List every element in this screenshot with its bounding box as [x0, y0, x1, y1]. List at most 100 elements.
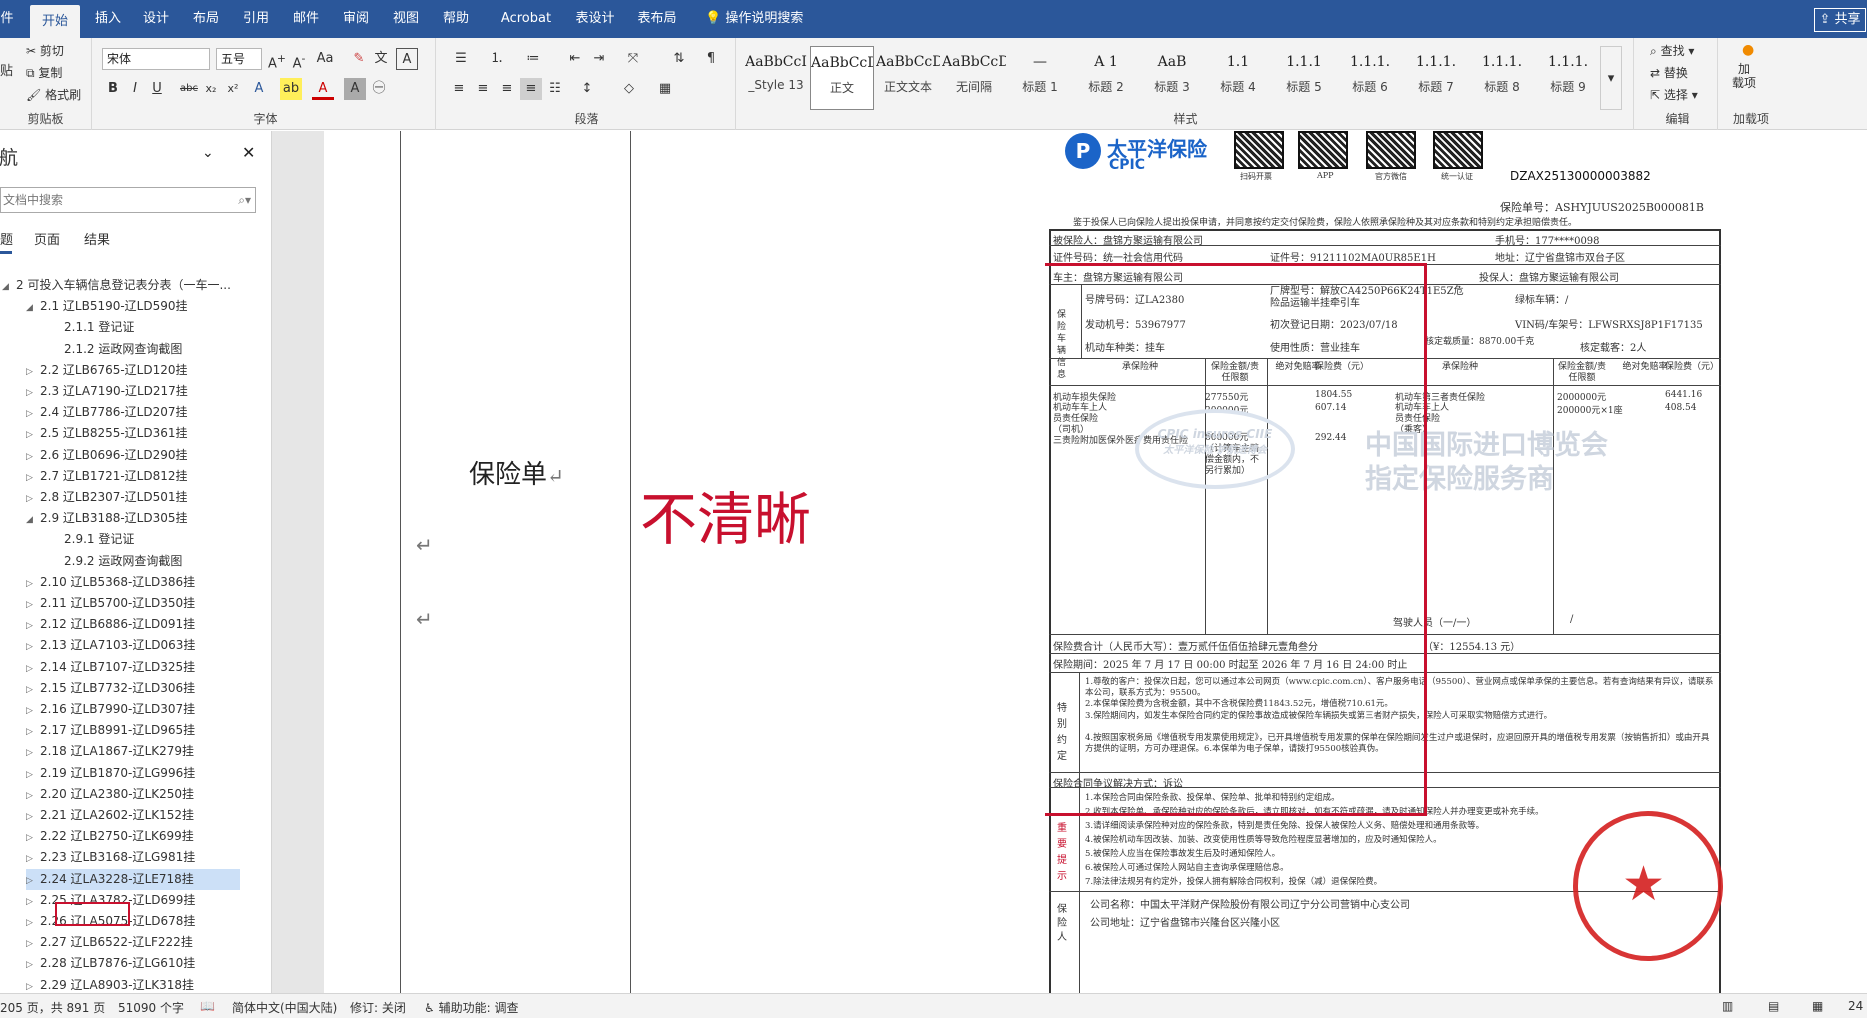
load-addins-button[interactable]: 加 载项 — [1732, 62, 1756, 90]
style-item[interactable]: A 1 标题 2 — [1074, 46, 1138, 110]
search-icon[interactable]: ⌕▾ — [238, 188, 251, 212]
borders-icon[interactable]: ▦ — [654, 78, 676, 100]
paste-button[interactable]: 贴 — [0, 60, 13, 79]
nav-heading-item[interactable]: ▷ 2.11 辽LB5700-辽LD350挂 — [26, 593, 195, 614]
bold-icon[interactable]: B — [102, 78, 124, 100]
expand-arrow-icon[interactable]: ▷ — [26, 828, 40, 849]
nav-heading-item[interactable]: ▷ 2.5 辽LB8255-辽LD361挂 — [26, 423, 188, 444]
expand-arrow-icon[interactable]: ▷ — [26, 574, 40, 595]
accessibility[interactable]: ♿ 辅助功能: 调查 — [424, 999, 518, 1016]
find-button[interactable]: ⌕ 查找 ▾ — [1650, 42, 1694, 59]
strikethrough-icon[interactable]: abc — [178, 78, 200, 100]
nav-heading-item[interactable]: ▷ 2.12 辽LB6886-辽LD091挂 — [26, 614, 195, 635]
nav-heading-item[interactable]: 2.9.1 登记证 — [50, 529, 134, 550]
expand-arrow-icon[interactable]: ▷ — [26, 871, 40, 892]
nav-heading-item[interactable]: ◢ 2 可投入车辆信息登记表分表（一车一... — [2, 275, 231, 296]
style-item[interactable]: AaBbCcI _Style 13 — [744, 46, 808, 110]
expand-arrow-icon[interactable]: ▷ — [26, 955, 40, 976]
nav-heading-item[interactable]: ▷ 2.20 辽LA2380-辽LK250挂 — [26, 784, 194, 805]
nav-heading-item[interactable]: ▷ 2.23 辽LB3168-辽LG981挂 — [26, 847, 195, 868]
nav-heading-item[interactable]: ▷ 2.7 辽LB1721-辽LD812挂 — [26, 466, 188, 487]
nav-heading-item[interactable]: ▷ 2.16 辽LB7990-辽LD307挂 — [26, 699, 195, 720]
style-item[interactable]: AaB 标题 3 — [1140, 46, 1204, 110]
font-color-icon[interactable]: A — [312, 78, 334, 100]
tab-mailings[interactable]: 邮件 — [286, 0, 326, 38]
text-effects-icon[interactable]: A — [248, 78, 270, 100]
nav-tab-results[interactable]: 结果 — [84, 229, 110, 248]
print-layout-icon[interactable]: ▤ — [1768, 999, 1779, 1013]
format-painter-button[interactable]: 🖌 格式刷 — [26, 86, 81, 103]
nav-heading-item[interactable]: 2.1.1 登记证 — [50, 317, 134, 338]
style-item[interactable]: 1.1.1 标题 5 — [1272, 46, 1336, 110]
expand-arrow-icon[interactable]: ▷ — [26, 934, 40, 955]
expand-arrow-icon[interactable]: ▷ — [26, 595, 40, 616]
font-name-select[interactable]: 宋体 — [102, 48, 210, 70]
replace-button[interactable]: ⇄ 替换 — [1650, 64, 1688, 81]
align-right-icon[interactable]: ≡ — [496, 78, 518, 100]
tab-home[interactable]: 开始 — [30, 5, 80, 38]
page-count[interactable]: 205 页，共 891 页 — [0, 999, 105, 1016]
nav-heading-item[interactable]: ▷ 2.19 辽LB1870-辽LG996挂 — [26, 763, 195, 784]
expand-arrow-icon[interactable]: ▷ — [26, 680, 40, 701]
tab-design[interactable]: 设计 — [136, 0, 176, 38]
font-size-select[interactable]: 五号 — [216, 48, 262, 70]
shading-icon[interactable]: ◇ — [618, 78, 640, 100]
style-item[interactable]: 1.1.1. 标题 8 — [1470, 46, 1534, 110]
nav-heading-item[interactable]: ▷ 2.3 辽LA7190-辽LD217挂 — [26, 381, 188, 402]
copy-button[interactable]: ⧉ 复制 — [26, 64, 62, 81]
nav-heading-item[interactable]: ▷ 2.29 辽LA8903-辽LK318挂 — [26, 975, 194, 993]
highlight-icon[interactable]: ab — [280, 78, 302, 100]
web-layout-icon[interactable]: ▦ — [1812, 999, 1823, 1013]
language[interactable]: 简体中文(中国大陆) — [232, 999, 337, 1016]
tab-table-design[interactable]: 表设计 — [570, 0, 620, 38]
italic-icon[interactable]: I — [124, 78, 146, 100]
nav-search-input[interactable]: 文档中搜索 ⌕▾ — [0, 187, 256, 213]
proofing-icon[interactable]: 📖 — [200, 999, 215, 1013]
phonetic-guide-icon[interactable]: 文 — [370, 48, 392, 70]
nav-heading-item[interactable]: ▷ 2.18 辽LA1867-辽LK279挂 — [26, 741, 194, 762]
expand-arrow-icon[interactable]: ▷ — [26, 637, 40, 658]
increase-indent-icon[interactable]: ⇥ — [588, 48, 610, 70]
styles-more-icon[interactable]: ▾ — [1600, 46, 1622, 110]
char-border-icon[interactable]: A — [396, 48, 418, 70]
show-marks-icon[interactable]: ¶ — [700, 48, 722, 70]
style-item[interactable]: 1.1 标题 4 — [1206, 46, 1270, 110]
decrease-indent-icon[interactable]: ⇤ — [564, 48, 586, 70]
style-item[interactable]: — 标题 1 — [1008, 46, 1072, 110]
nav-heading-item[interactable]: ▷ 2.8 辽LB2307-辽LD501挂 — [26, 487, 188, 508]
expand-arrow-icon[interactable]: ▷ — [26, 659, 40, 680]
nav-heading-item[interactable]: ▷ 2.14 辽LB7107-辽LD325挂 — [26, 657, 195, 678]
nav-heading-item[interactable]: ▷ 2.27 辽LB6522-辽LF222挂 — [26, 932, 193, 953]
tab-insert[interactable]: 插入 — [88, 0, 128, 38]
expand-arrow-icon[interactable]: ▷ — [26, 977, 40, 993]
tab-help[interactable]: 帮助 — [436, 0, 476, 38]
tab-review[interactable]: 审阅 — [336, 0, 376, 38]
bullets-icon[interactable]: ☰ — [450, 48, 472, 70]
nav-tab-headings[interactable]: 题 — [0, 229, 13, 248]
style-item[interactable]: 1.1.1. 标题 9 — [1536, 46, 1600, 110]
nav-heading-item[interactable]: ▷ 2.4 辽LB7786-辽LD207挂 — [26, 402, 188, 423]
char-shading-icon[interactable]: A — [344, 78, 366, 100]
tab-references[interactable]: 引用 — [236, 0, 276, 38]
align-left-icon[interactable]: ≡ — [448, 78, 470, 100]
chinese-layout-icon[interactable]: ⤧ — [622, 48, 644, 70]
tab-view[interactable]: 视图 — [386, 0, 426, 38]
expand-arrow-icon[interactable]: ▷ — [26, 447, 40, 468]
nav-heading-item[interactable]: 2.9.2 运政网查询截图 — [50, 551, 182, 572]
track-changes[interactable]: 修订: 关闭 — [350, 999, 406, 1016]
expand-arrow-icon[interactable]: ▷ — [26, 807, 40, 828]
nav-heading-item[interactable]: ▷ 2.22 辽LB2750-辽LK699挂 — [26, 826, 194, 847]
style-item[interactable]: AaBbCcDdI 无间隔 — [942, 46, 1006, 110]
line-spacing-icon[interactable]: ↕ — [576, 78, 598, 100]
expand-arrow-icon[interactable]: ▷ — [26, 913, 40, 934]
expand-arrow-icon[interactable]: ▷ — [26, 425, 40, 446]
nav-heading-item[interactable]: ◢ 2.9 辽LB3188-辽LD305挂 — [26, 508, 188, 529]
expand-arrow-icon[interactable]: ▷ — [26, 362, 40, 383]
superscript-icon[interactable]: x² — [222, 78, 244, 100]
clear-format-icon[interactable]: ✎ — [348, 48, 370, 70]
distributed-icon[interactable]: ☷ — [544, 78, 566, 100]
style-item[interactable]: AaBbCcDdI 正文 — [810, 46, 874, 110]
subscript-icon[interactable]: x₂ — [200, 78, 222, 100]
read-mode-icon[interactable]: ▥ — [1722, 999, 1733, 1013]
nav-heading-item[interactable]: ▷ 2.13 辽LA7103-辽LD063挂 — [26, 635, 195, 656]
